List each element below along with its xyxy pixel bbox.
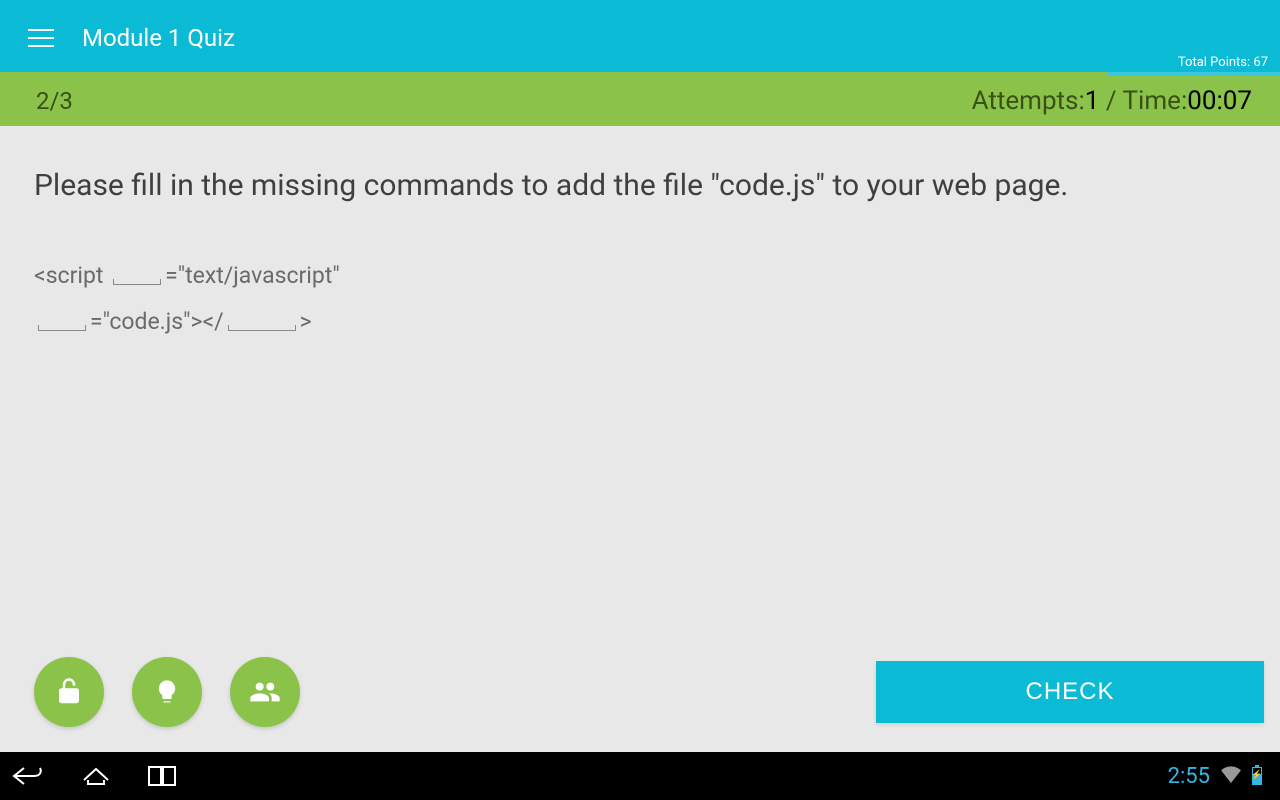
info-bar: 2/3 Attempts:1 / Time:00:07 [0,76,1280,126]
footer-row: CHECK [0,652,1280,732]
status-clock: 2:55 [1168,764,1210,789]
total-points-label: Total Points: 67 [1178,55,1268,70]
progress-bar [0,72,1280,76]
content-area: Please fill in the missing commands to a… [0,126,1280,385]
page-title: Module 1 Quiz [82,24,235,52]
code-text: > [300,308,312,335]
lightbulb-icon [153,678,181,706]
nav-right: 2:55 ⚡ [1168,764,1262,789]
code-text: ="code.js"></ [90,308,224,335]
blank-input-1[interactable] [113,279,161,285]
fab-row [34,657,300,727]
lock-open-icon [54,677,84,707]
question-prompt: Please fill in the missing commands to a… [34,166,1246,205]
back-icon[interactable] [12,764,44,788]
attempts-value: 1 [1085,86,1100,116]
code-text: <script [34,262,109,289]
unlock-button[interactable] [34,657,104,727]
code-text: ="text/javascript" [165,262,340,289]
time-value: 00:07 [1187,86,1252,116]
community-button[interactable] [230,657,300,727]
home-icon[interactable] [80,764,112,788]
time-label: Time: [1123,86,1188,116]
menu-icon[interactable] [28,29,54,47]
separator: / [1099,86,1122,116]
android-nav-bar: 2:55 ⚡ [0,752,1280,800]
people-icon [249,676,281,708]
blank-input-2[interactable] [38,325,86,331]
blank-input-3[interactable] [228,325,296,331]
question-counter: 2/3 [36,87,73,115]
code-line-1: <script ="text/javascript" [34,253,1246,299]
recent-apps-icon[interactable] [148,766,176,786]
check-button[interactable]: CHECK [876,661,1264,723]
app-header: Module 1 Quiz Total Points: 67 [0,0,1280,76]
hint-button[interactable] [132,657,202,727]
code-line-2: ="code.js"></ > [34,299,1246,345]
battery-icon: ⚡ [1252,767,1262,785]
nav-left [12,764,176,788]
wifi-icon [1220,765,1242,787]
code-fill-area: <script ="text/javascript" ="code.js"></… [34,253,1246,345]
attempts-label: Attempts: [972,86,1085,116]
progress-fill [0,72,1107,76]
attempts-time: Attempts:1 / Time:00:07 [972,86,1252,116]
